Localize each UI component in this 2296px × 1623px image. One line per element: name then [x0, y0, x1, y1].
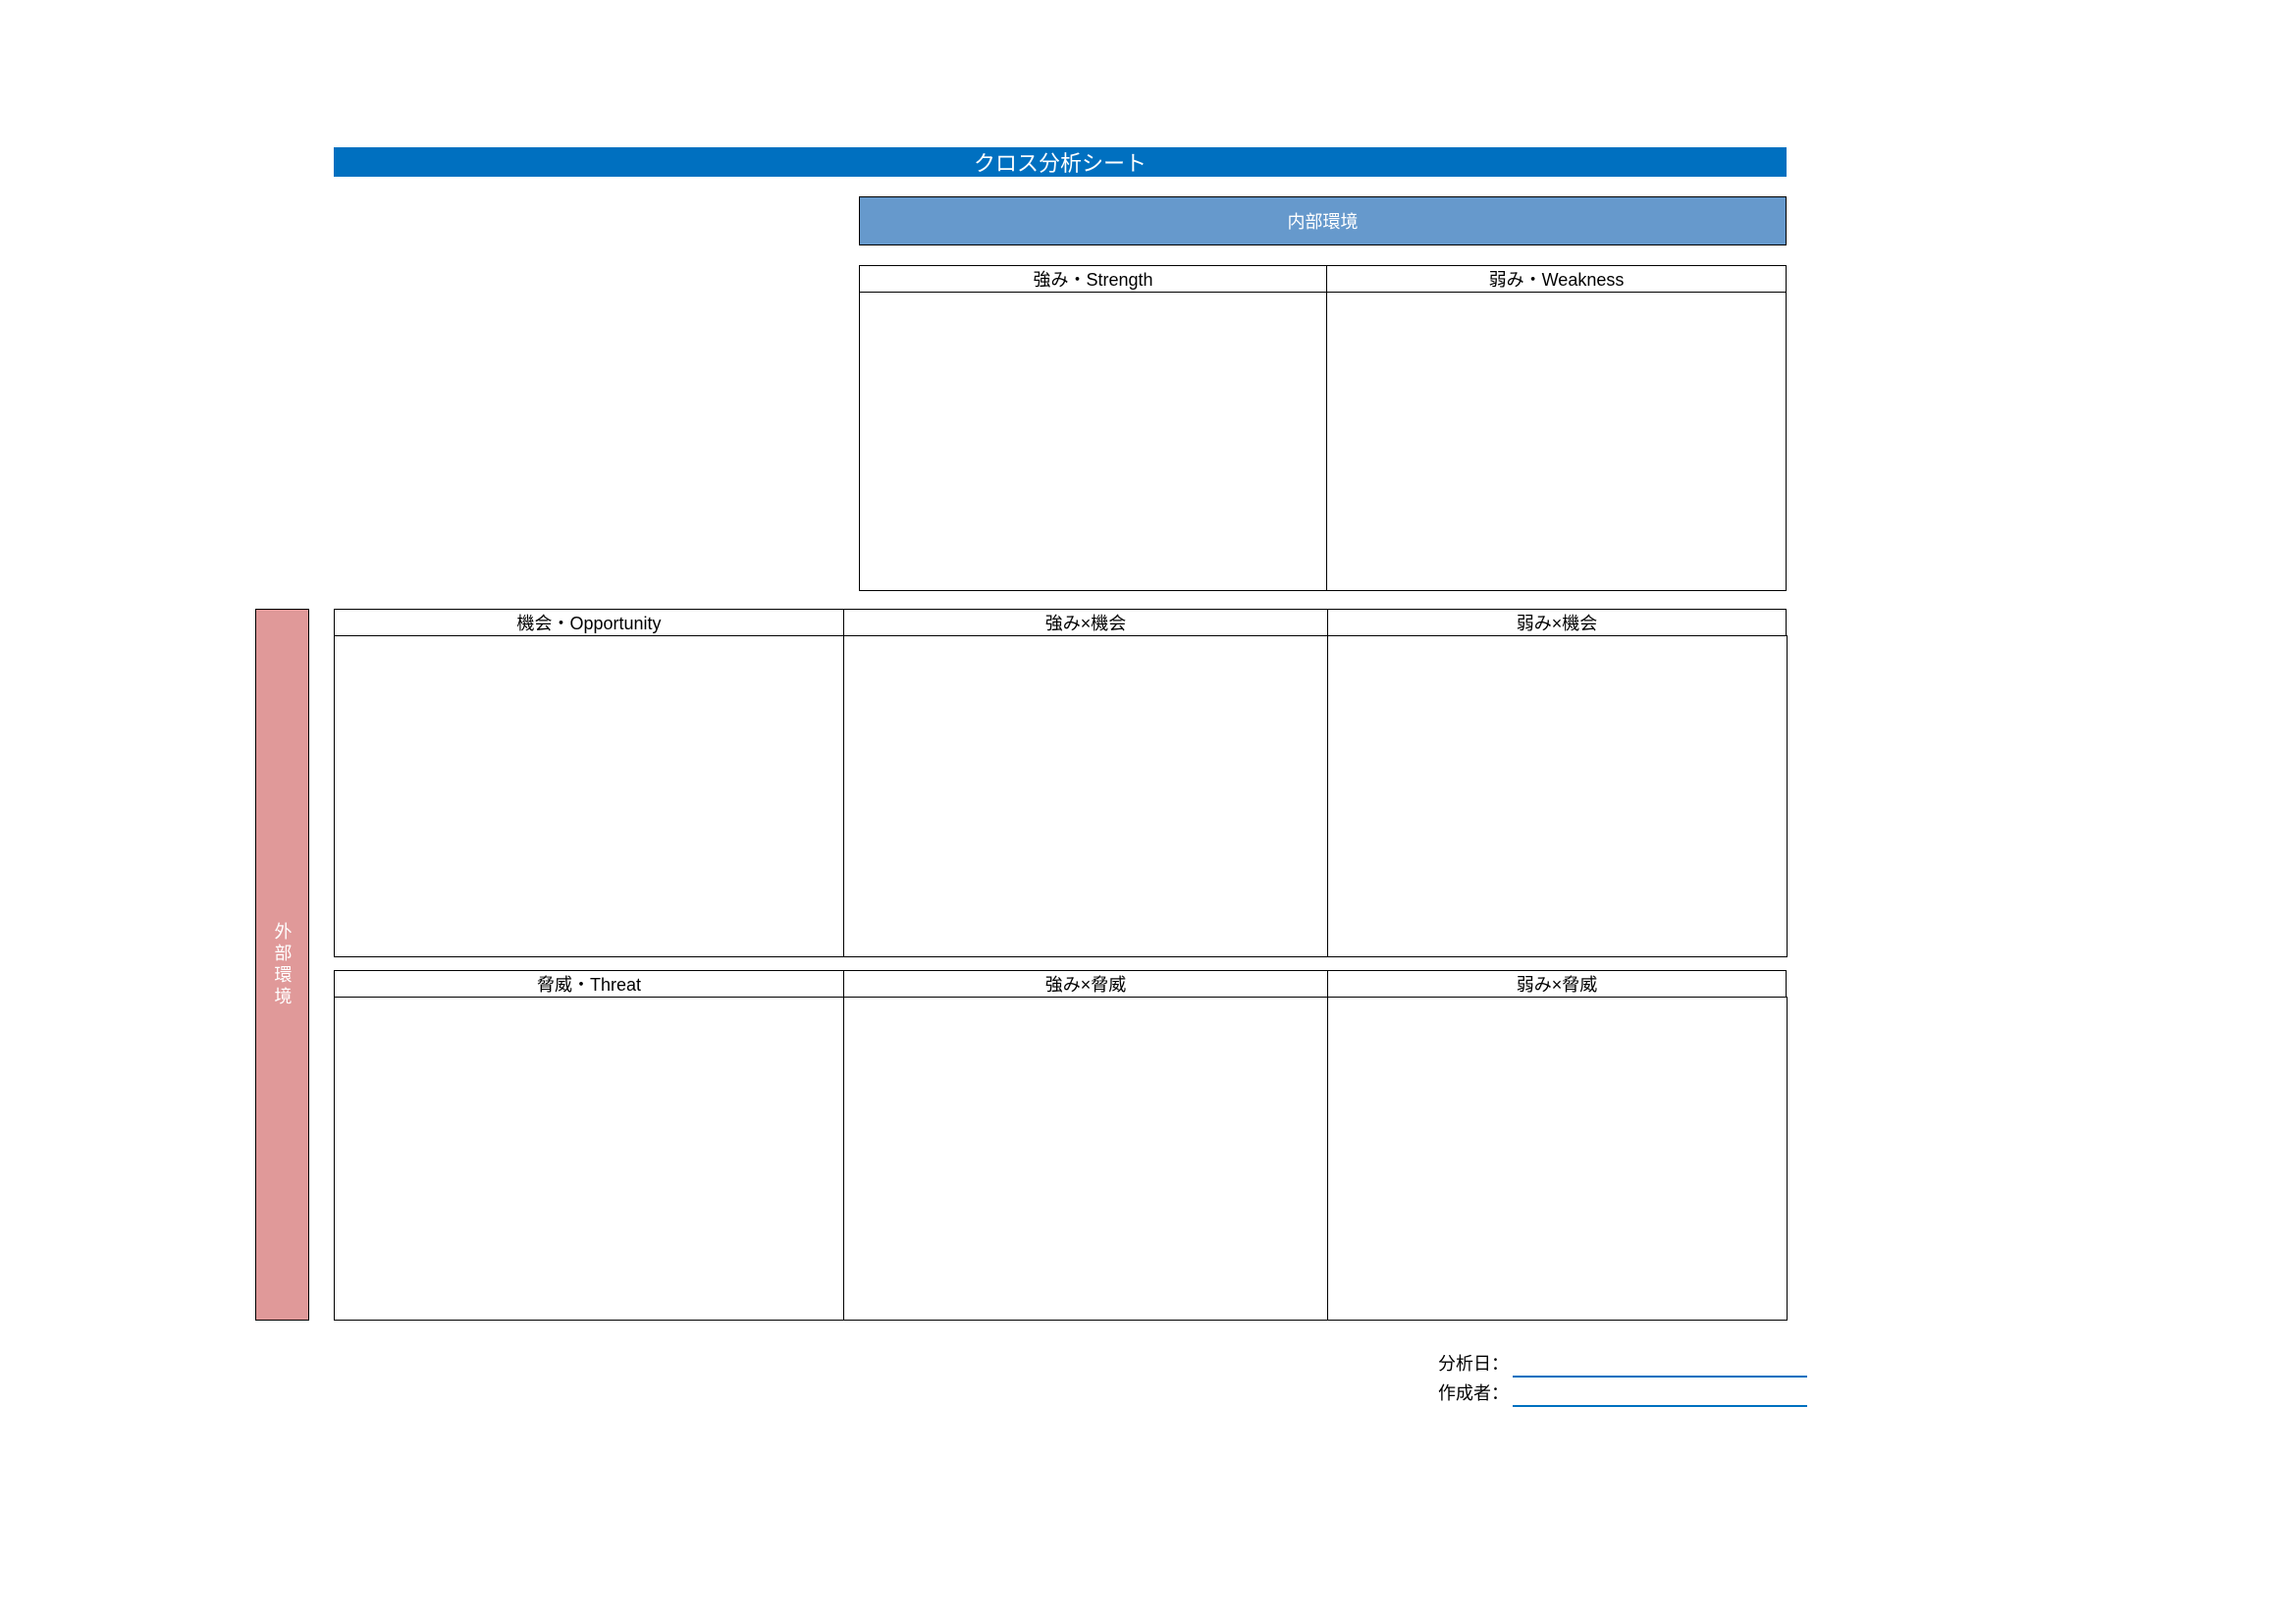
header-opportunity: 機会・Opportunity: [334, 609, 844, 636]
footer-date-field: 分析日：: [1438, 1350, 1807, 1378]
footer-author-field: 作成者：: [1438, 1380, 1807, 1407]
axis-external-header: 外部環境: [255, 609, 309, 1321]
cell-weakness[interactable]: [1326, 292, 1787, 591]
footer-date-input[interactable]: [1513, 1354, 1807, 1378]
axis-internal-header: 内部環境: [859, 196, 1787, 245]
footer-date-label: 分析日：: [1438, 1350, 1513, 1378]
sheet-title: クロス分析シート: [334, 147, 1787, 177]
cell-opportunity[interactable]: [334, 635, 844, 957]
cell-strength[interactable]: [859, 292, 1327, 591]
cell-threat[interactable]: [334, 997, 844, 1321]
axis-external-label: 外部環境: [270, 922, 295, 1008]
header-strength: 強み・Strength: [859, 265, 1327, 293]
header-weakness-opportunity: 弱み×機会: [1327, 609, 1787, 636]
footer-author-input[interactable]: [1513, 1383, 1807, 1407]
cell-weakness-opportunity[interactable]: [1327, 635, 1788, 957]
header-threat: 脅威・Threat: [334, 970, 844, 998]
header-weakness: 弱み・Weakness: [1326, 265, 1787, 293]
cell-strength-threat[interactable]: [843, 997, 1328, 1321]
header-strength-threat: 強み×脅威: [843, 970, 1328, 998]
footer-author-label: 作成者：: [1438, 1380, 1513, 1407]
cell-weakness-threat[interactable]: [1327, 997, 1788, 1321]
header-strength-opportunity: 強み×機会: [843, 609, 1328, 636]
axis-internal-label: 内部環境: [1288, 208, 1359, 234]
cell-strength-opportunity[interactable]: [843, 635, 1328, 957]
header-weakness-threat: 弱み×脅威: [1327, 970, 1787, 998]
